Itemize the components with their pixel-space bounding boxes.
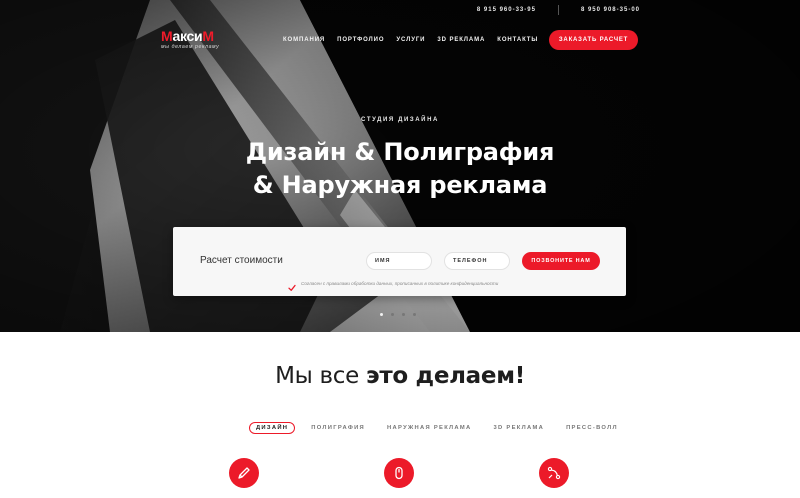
nav-item-3d-ads[interactable]: 3D РЕКЛАМА xyxy=(437,37,485,43)
tab-design[interactable]: ДИЗАЙН xyxy=(249,422,296,434)
tab-printing[interactable]: ПОЛИГРАФИЯ xyxy=(305,422,371,434)
nav-item-contacts[interactable]: КОНТАКТЫ xyxy=(497,37,538,43)
page: 8 915 960-33-95 8 950 908-35-00 МаксиМ м… xyxy=(0,0,800,498)
consent-row: Согласен с правилами обработки данных, п… xyxy=(288,279,499,291)
hero-headline: Дизайн & Полиграфия & Наружная реклама xyxy=(0,136,800,202)
main-nav: КОМПАНИЯ ПОРТФОЛИО УСЛУГИ 3D РЕКЛАМА КОН… xyxy=(283,37,538,43)
tab-press-wall[interactable]: ПРЕСС-ВОЛЛ xyxy=(560,422,624,434)
consent-text: Согласен с правилами обработки данных, п… xyxy=(301,280,499,286)
nav-item-portfolio[interactable]: ПОРТФОЛИО xyxy=(337,37,384,43)
logo-tagline: мы делаем рекламу xyxy=(161,44,220,50)
calculator-title: Расчет стоимости xyxy=(200,255,283,266)
hero-headline-line-1: Дизайн & Полиграфия xyxy=(245,138,555,166)
consent-checkbox[interactable] xyxy=(288,279,296,291)
services-tabs: ДИЗАЙН ПОЛИГРАФИЯ НАРУЖНАЯ РЕКЛАМА 3D РЕ… xyxy=(249,422,624,434)
phone-input[interactable] xyxy=(453,258,509,264)
logo-wordmark: МаксиМ xyxy=(161,28,214,44)
mouse-icon[interactable] xyxy=(384,458,414,488)
hero-headline-line-2: & Наружная реклама xyxy=(252,171,548,199)
pencil-icon[interactable] xyxy=(229,458,259,488)
slider-dots xyxy=(380,313,416,316)
services-title: Мы все это делаем! xyxy=(275,363,525,389)
call-us-button[interactable]: ПОЗВОНИТЕ НАМ xyxy=(522,252,600,270)
nav-item-services[interactable]: УСЛУГИ xyxy=(396,37,425,43)
topbar-phones: 8 915 960-33-95 8 950 908-35-00 xyxy=(477,5,640,15)
slider-dot-3[interactable] xyxy=(402,313,405,316)
checkmark-icon xyxy=(288,284,296,291)
order-quote-button[interactable]: ЗАКАЗАТЬ РАСЧЕТ xyxy=(549,30,638,50)
slider-dot-2[interactable] xyxy=(391,313,394,316)
name-input[interactable] xyxy=(375,258,431,264)
slider-dot-1[interactable] xyxy=(380,313,383,316)
phone-number-2[interactable]: 8 950 908-35-00 xyxy=(581,7,640,13)
slider-dot-4[interactable] xyxy=(413,313,416,316)
cost-calculator-form: Расчет стоимости ПОЗВОНИТЕ НАМ Согласен … xyxy=(173,227,626,296)
hero-section: 8 915 960-33-95 8 950 908-35-00 МаксиМ м… xyxy=(0,0,800,332)
name-field[interactable] xyxy=(366,252,432,270)
hero-kicker: СТУДИЯ ДИЗАЙНА xyxy=(361,117,439,123)
logo[interactable]: МаксиМ мы делаем рекламу xyxy=(161,29,233,53)
phone-field[interactable] xyxy=(444,252,510,270)
phone-divider xyxy=(557,5,559,15)
tab-3d-ads[interactable]: 3D РЕКЛАМА xyxy=(488,422,551,434)
vector-path-icon[interactable] xyxy=(539,458,569,488)
nav-item-company[interactable]: КОМПАНИЯ xyxy=(283,37,325,43)
phone-number-1[interactable]: 8 915 960-33-95 xyxy=(477,7,536,13)
tab-outdoor-ads[interactable]: НАРУЖНАЯ РЕКЛАМА xyxy=(381,422,478,434)
